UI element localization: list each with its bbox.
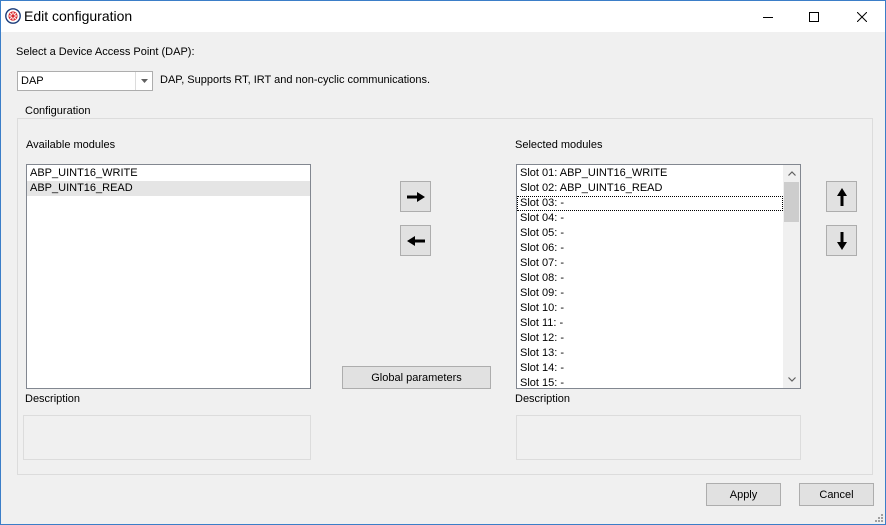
list-item[interactable]: Slot 11: - <box>517 316 783 331</box>
selected-modules-list[interactable]: Slot 01: ABP_UINT16_WRITE Slot 02: ABP_U… <box>516 164 801 389</box>
list-item[interactable]: Slot 14: - <box>517 361 783 376</box>
dap-dropdown-button[interactable] <box>135 72 152 90</box>
scroll-down-button[interactable] <box>783 371 800 388</box>
arrow-up-icon <box>836 187 847 206</box>
global-parameters-button[interactable]: Global parameters <box>342 366 491 389</box>
list-item[interactable]: Slot 09: - <box>517 286 783 301</box>
minimize-button[interactable] <box>745 1 791 32</box>
list-item[interactable]: Slot 02: ABP_UINT16_READ <box>517 181 783 196</box>
list-item[interactable]: Slot 15: - <box>517 376 783 388</box>
selected-modules-scrollbar[interactable] <box>783 165 800 388</box>
available-description-label: Description <box>25 393 81 405</box>
dap-selected-value: DAP <box>21 75 44 87</box>
list-item[interactable]: ABP_UINT16_WRITE <box>27 166 310 181</box>
close-button[interactable] <box>839 1 885 32</box>
scroll-thumb[interactable] <box>784 182 799 222</box>
arrow-right-icon <box>406 191 425 202</box>
close-icon <box>857 11 867 22</box>
arrow-down-icon <box>836 231 847 250</box>
move-down-button[interactable] <box>826 225 857 256</box>
selected-description-box <box>516 415 801 460</box>
maximize-icon <box>809 11 819 22</box>
available-description-box <box>23 415 311 460</box>
list-item[interactable]: Slot 01: ABP_UINT16_WRITE <box>517 166 783 181</box>
list-item[interactable]: Slot 04: - <box>517 211 783 226</box>
list-item[interactable]: Slot 06: - <box>517 241 783 256</box>
chevron-up-icon <box>787 171 796 176</box>
chevron-down-icon <box>787 377 796 382</box>
minimize-icon <box>763 16 773 18</box>
list-item[interactable]: Slot 07: - <box>517 256 783 271</box>
list-item[interactable]: Slot 08: - <box>517 271 783 286</box>
list-item[interactable]: Slot 10: - <box>517 301 783 316</box>
list-item[interactable]: ABP_UINT16_READ <box>27 181 310 196</box>
list-item[interactable]: Slot 03: - <box>517 196 783 211</box>
maximize-button[interactable] <box>791 1 837 32</box>
app-gear-icon <box>5 8 21 24</box>
scroll-up-button[interactable] <box>783 165 800 182</box>
list-item[interactable]: Slot 12: - <box>517 331 783 346</box>
available-modules-label: Available modules <box>26 139 116 151</box>
move-up-button[interactable] <box>826 181 857 212</box>
selected-description-label: Description <box>515 393 571 405</box>
selected-modules-label: Selected modules <box>515 139 603 151</box>
add-module-button[interactable] <box>400 181 431 212</box>
dap-label: Select a Device Access Point (DAP): <box>16 46 195 58</box>
title-bar[interactable]: Edit configuration <box>1 1 885 32</box>
available-modules-list[interactable]: ABP_UINT16_WRITE ABP_UINT16_READ <box>26 164 311 389</box>
arrow-left-icon <box>406 235 425 246</box>
resize-grip-icon[interactable] <box>873 512 883 522</box>
list-item[interactable]: Slot 05: - <box>517 226 783 241</box>
edit-configuration-window: Edit configuration Select a Device Acces… <box>0 0 886 525</box>
apply-button[interactable]: Apply <box>706 483 781 506</box>
dap-description: DAP, Supports RT, IRT and non-cyclic com… <box>160 74 431 86</box>
chevron-down-icon <box>140 79 148 83</box>
list-item[interactable]: Slot 13: - <box>517 346 783 361</box>
cancel-button[interactable]: Cancel <box>799 483 874 506</box>
remove-module-button[interactable] <box>400 225 431 256</box>
dap-select[interactable]: DAP <box>17 71 153 91</box>
configuration-group-title: Configuration <box>22 105 94 117</box>
window-title: Edit configuration <box>24 8 133 24</box>
